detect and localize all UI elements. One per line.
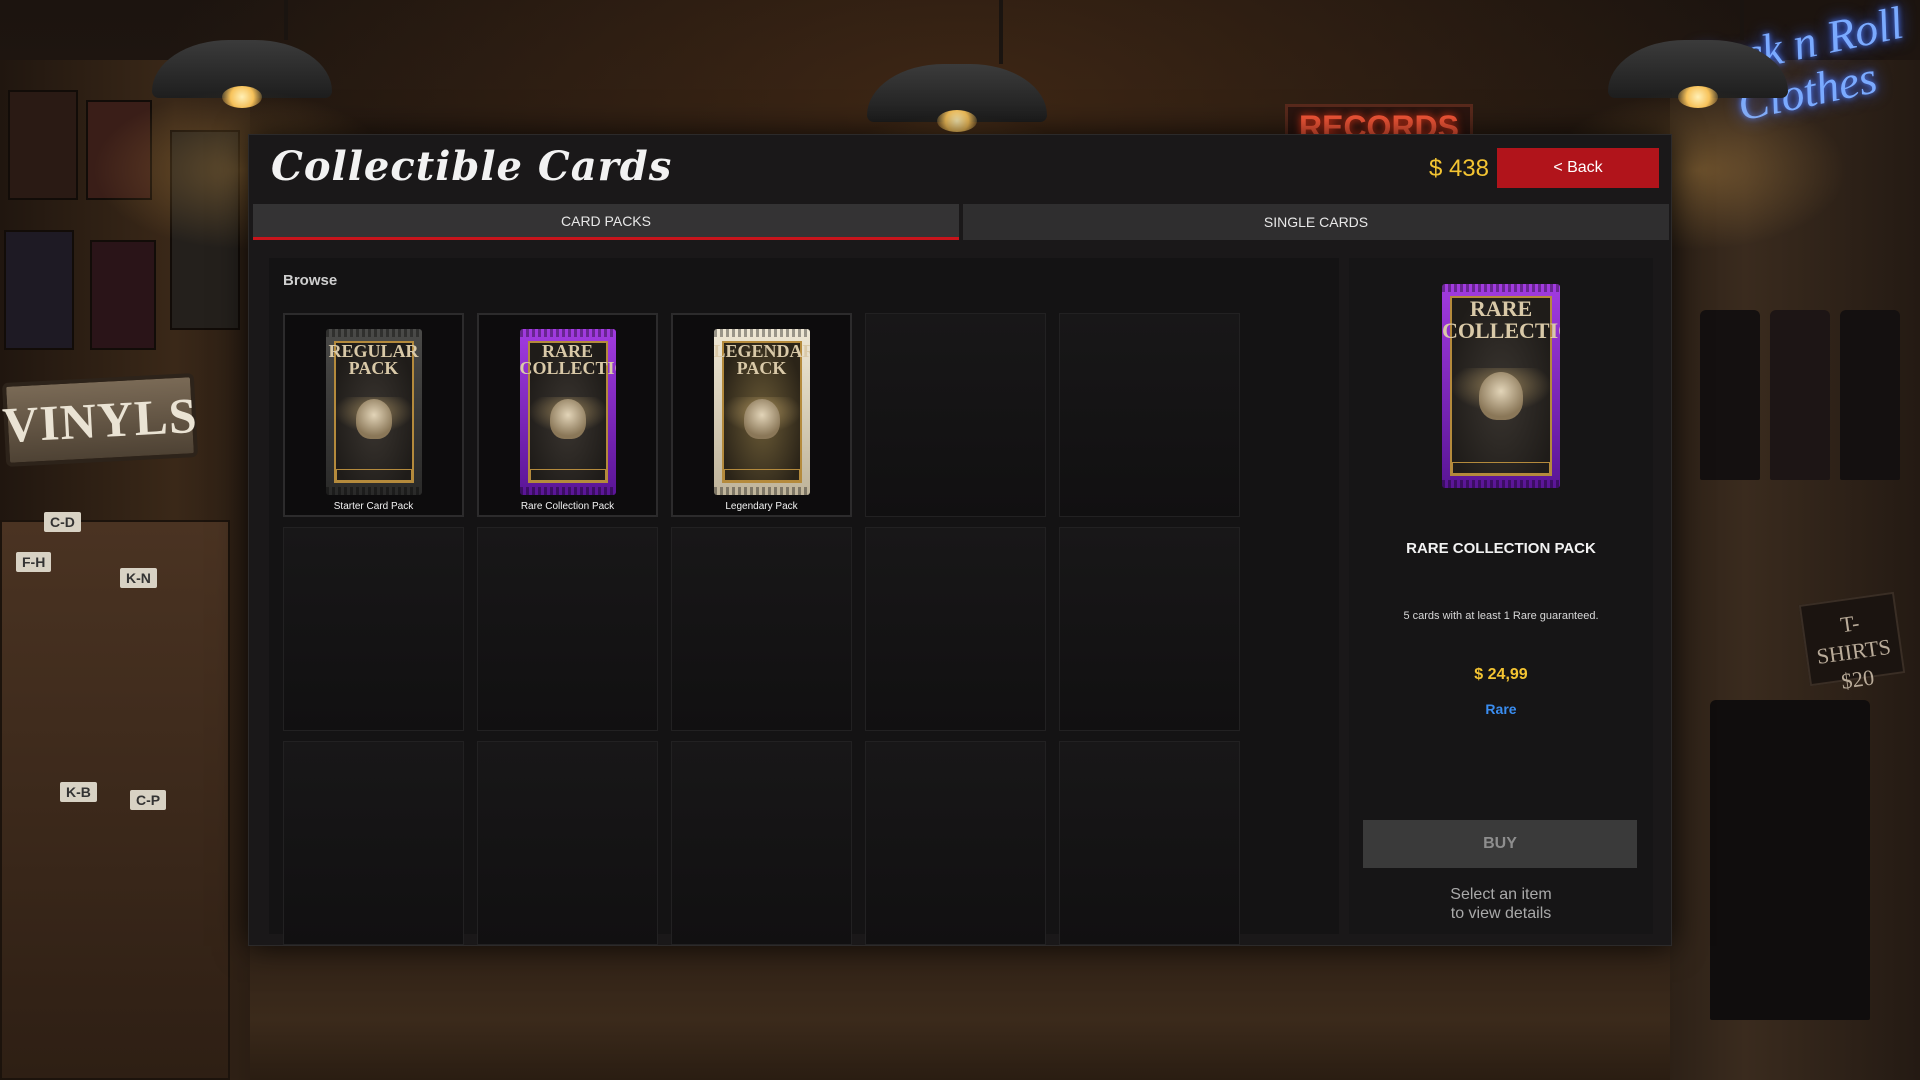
tab-bar: CARD PACKS SINGLE CARDS <box>253 204 1669 240</box>
card-shop-panel: Collectible Cards $ 438 < Back CARD PACK… <box>248 134 1672 946</box>
dragon-emblem <box>743 399 780 439</box>
empty-slot <box>671 741 852 945</box>
record-crate <box>0 520 230 1080</box>
pack-art-text: RARE COLLECTION <box>1442 296 1560 343</box>
pack-art-text: REGULAR PACK <box>328 341 419 378</box>
item-grid: REGULAR PACK Starter Card Pack RARE COLL… <box>283 313 1240 945</box>
empty-slot <box>1059 527 1240 731</box>
pack-art-text: LEGENDARY PACK <box>713 341 810 378</box>
detail-pack-image: RARE COLLECTION <box>1442 284 1560 488</box>
tab-card-packs[interactable]: CARD PACKS <box>253 204 959 240</box>
hint-line: to view details <box>1450 905 1552 922</box>
floor <box>0 930 1920 1080</box>
empty-slot <box>283 741 464 945</box>
tshirt-sign: T-SHIRTS $20 <box>1798 591 1906 694</box>
crate-divider: K-N <box>120 568 157 588</box>
tab-single-cards[interactable]: SINGLE CARDS <box>963 204 1669 240</box>
pack-slot-rare[interactable]: RARE COLLECTION Rare Collection Pack <box>477 313 658 517</box>
back-button[interactable]: < Back <box>1497 148 1659 188</box>
pack-name: Legendary Pack <box>725 501 798 512</box>
crate-divider: C-P <box>130 790 167 810</box>
money-balance: $ 438 <box>1428 155 1489 182</box>
ceiling-lamp <box>92 0 392 250</box>
leather-jacket <box>1710 700 1870 1020</box>
crate-divider: K-B <box>60 782 97 802</box>
shop-header: Collectible Cards $ 438 < Back <box>249 135 1671 201</box>
shirt <box>1700 310 1760 480</box>
pack-name: Starter Card Pack <box>333 501 414 512</box>
pack-image: REGULAR PACK <box>325 329 422 495</box>
poster <box>4 230 74 350</box>
hint-line: Select an item <box>1450 886 1552 903</box>
pack-slot-starter[interactable]: REGULAR PACK Starter Card Pack <box>283 313 464 517</box>
pack-name: Rare Collection Pack <box>520 501 615 512</box>
shirt <box>1840 310 1900 480</box>
buy-button[interactable]: BUY <box>1363 820 1637 868</box>
empty-slot <box>1059 313 1240 517</box>
vinyls-sign: VINYLS <box>1 373 199 467</box>
detail-rarity: Rare <box>1485 701 1517 717</box>
crate-divider: F-H <box>16 552 52 572</box>
poster <box>90 240 156 350</box>
empty-slot <box>283 527 464 731</box>
shirt <box>1770 310 1830 480</box>
skull-emblem <box>1479 372 1523 420</box>
empty-slot <box>865 313 1046 517</box>
detail-description: 5 cards with at least 1 Rare guaranteed. <box>1403 610 1599 622</box>
empty-slot <box>865 741 1046 945</box>
empty-slot <box>477 741 658 945</box>
pack-art-text: RARE COLLECTION <box>519 341 616 378</box>
empty-slot <box>671 527 852 731</box>
browse-heading: Browse <box>283 272 338 289</box>
detail-price: $ 24,99 <box>1474 666 1528 683</box>
pack-slot-legendary[interactable]: LEGENDARY PACK Legendary Pack <box>671 313 852 517</box>
ceiling-lamp <box>807 0 1107 274</box>
item-detail-panel: RARE COLLECTION RARE COLLECTION PACK 5 c… <box>1349 258 1653 934</box>
empty-slot <box>477 527 658 731</box>
browse-section: Browse REGULAR PACK Starter Card Pack RA… <box>269 258 1339 945</box>
pack-image: LEGENDARY PACK <box>713 329 810 495</box>
select-hint: Select an item to view details <box>1349 885 1653 923</box>
skull-emblem <box>355 399 392 439</box>
skull-emblem <box>549 399 586 439</box>
page-title: Collectible Cards <box>271 143 673 190</box>
empty-slot <box>865 527 1046 731</box>
detail-item-name: RARE COLLECTION PACK <box>1406 540 1596 557</box>
crate-divider: C-D <box>44 512 81 532</box>
pack-image: RARE COLLECTION <box>519 329 616 495</box>
ceiling-lamp <box>1548 0 1848 250</box>
poster <box>8 90 78 200</box>
empty-slot <box>1059 741 1240 945</box>
